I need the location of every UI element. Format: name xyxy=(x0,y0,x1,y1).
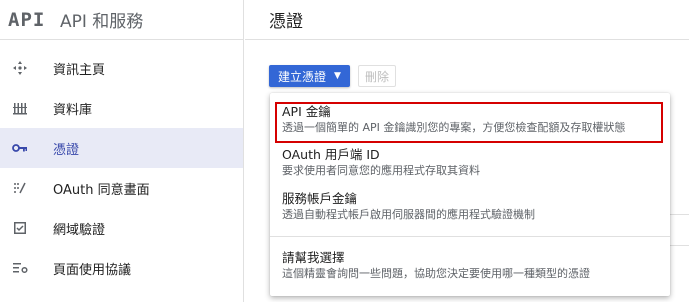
library-icon xyxy=(12,100,28,116)
menu-item-oauth-client-id[interactable]: OAuth 用戶端 ID 要求使用者同意您的應用程式存取其資料 xyxy=(270,146,670,179)
toolbar: 建立憑證 ▼ 刪除 xyxy=(269,65,396,87)
checkbox-icon xyxy=(12,220,28,236)
menu-item-description: 要求使用者同意您的應用程式存取其資料 xyxy=(282,164,480,177)
delete-button[interactable]: 刪除 xyxy=(357,65,396,87)
sidebar-item-library[interactable]: 資料庫 xyxy=(0,88,243,128)
menu-item-title: 請幫我選擇 xyxy=(282,250,345,265)
sidebar-item-credentials[interactable]: 憑證 xyxy=(0,128,243,168)
sidebar-item-label: 資訊主頁 xyxy=(53,62,106,78)
create-credentials-button[interactable]: 建立憑證 ▼ xyxy=(269,65,350,87)
menu-item-description: 透過一個簡單的 API 金鑰識別您的專案，方便您檢查配額及存取權狀態 xyxy=(282,121,626,134)
caret-down-icon: ▼ xyxy=(334,71,341,81)
main-header: 憑證 xyxy=(245,0,689,40)
menu-item-description: 透過自動程式帳戶啟用伺服器間的應用程式驗證機制 xyxy=(282,208,535,221)
create-credentials-label: 建立憑證 xyxy=(278,69,327,84)
menu-item-title: API 金鑰 xyxy=(282,104,331,119)
menu-item-service-account-key[interactable]: 服務帳戶金鑰 透過自動程式帳戶啟用伺服器間的應用程式驗證機制 xyxy=(270,190,670,223)
sidebar-item-label: 網域驗證 xyxy=(53,222,106,238)
settings-list-icon xyxy=(12,260,28,276)
sidebar-item-label: OAuth 同意畫面 xyxy=(53,182,150,198)
menu-item-title: OAuth 用戶端 ID xyxy=(282,147,380,162)
sidebar-nav: 資訊主頁 資料庫 憑證 OAuth 同意畫面 網域驗證 頁面使用協議 xyxy=(0,48,243,288)
sidebar-item-label: 頁面使用協議 xyxy=(53,262,132,278)
menu-item-description: 這個精靈會詢問一些問題，協助您決定要使用哪一種類型的憑證 xyxy=(282,267,590,280)
sidebar-item-oauth-consent[interactable]: OAuth 同意畫面 xyxy=(0,168,243,208)
key-icon xyxy=(12,140,28,156)
dashboard-icon xyxy=(12,60,28,76)
sidebar-item-dashboard[interactable]: 資訊主頁 xyxy=(0,48,243,88)
create-credentials-menu: API 金鑰 透過一個簡單的 API 金鑰識別您的專案，方便您檢查配額及存取權狀… xyxy=(270,93,670,296)
page-title: 憑證 xyxy=(269,12,303,32)
sidebar-header: API API 和服務 xyxy=(0,0,243,40)
menu-item-api-key[interactable]: API 金鑰 透過一個簡單的 API 金鑰識別您的專案，方便您檢查配額及存取權狀… xyxy=(270,103,670,136)
sidebar-item-domain-verification[interactable]: 網域驗證 xyxy=(0,208,243,248)
menu-item-help-me-choose[interactable]: 請幫我選擇 這個精靈會詢問一些問題，協助您決定要使用哪一種類型的憑證 xyxy=(270,249,670,282)
sidebar-title: API 和服務 xyxy=(60,12,144,32)
sidebar-item-label: 資料庫 xyxy=(53,102,93,118)
api-logo: API xyxy=(8,8,46,31)
menu-divider xyxy=(270,236,670,237)
sidebar: API API 和服務 資訊主頁 資料庫 憑證 OAuth 同意畫面 網域驗證 … xyxy=(0,0,244,302)
sidebar-item-label: 憑證 xyxy=(53,142,80,158)
menu-item-title: 服務帳戶金鑰 xyxy=(282,191,358,206)
sidebar-item-page-usage-agreements[interactable]: 頁面使用協議 xyxy=(0,248,243,288)
oauth-consent-icon xyxy=(12,180,28,196)
